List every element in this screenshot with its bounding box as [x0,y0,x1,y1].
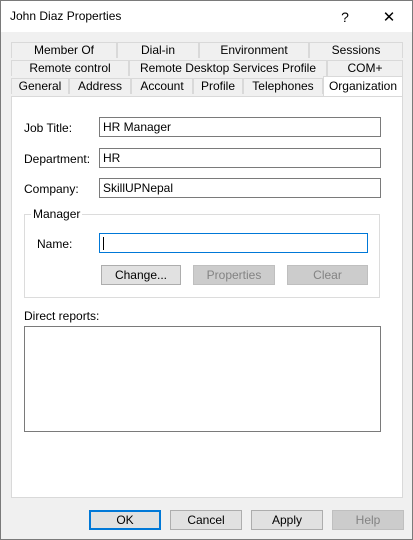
department-field[interactable]: HR [99,148,381,168]
tab-sessions[interactable]: Sessions [309,42,403,58]
job-title-field[interactable]: HR Manager [99,117,381,137]
ok-button[interactable]: OK [89,510,161,530]
tab-dial-in[interactable]: Dial-in [117,42,199,58]
tab-organization[interactable]: Organization [323,76,403,96]
title-bar: John Diaz Properties ? ✕ [1,1,412,32]
tab-general[interactable]: General [11,78,69,94]
window-title: John Diaz Properties [10,9,122,23]
direct-reports-label: Direct reports: [24,309,100,323]
job-title-label: Job Title: [24,121,73,135]
company-label: Company: [24,182,79,196]
tab-telephones[interactable]: Telephones [243,78,323,94]
close-icon[interactable]: ✕ [367,1,411,32]
department-label: Department: [24,152,91,166]
change-button[interactable]: Change... [101,265,181,285]
tab-remote-control[interactable]: Remote control [11,60,129,76]
tab-remote-desktop-services-profile[interactable]: Remote Desktop Services Profile [129,60,327,76]
tab-account[interactable]: Account [131,78,193,94]
direct-reports-list[interactable] [24,326,381,432]
manager-group: Manager Name: Change... Properties Clear [24,207,380,298]
tab-address[interactable]: Address [69,78,131,94]
clear-button[interactable]: Clear [287,265,368,285]
text-caret [103,237,104,250]
tab-profile[interactable]: Profile [193,78,243,94]
properties-button[interactable]: Properties [193,265,275,285]
organization-panel: Job Title: HR Manager Department: HR Com… [11,96,403,498]
properties-dialog: John Diaz Properties ? ✕ Member Of Dial-… [0,0,413,540]
manager-name-label: Name: [37,237,73,251]
cancel-button[interactable]: Cancel [170,510,242,530]
apply-button[interactable]: Apply [251,510,323,530]
help-button[interactable]: Help [332,510,404,530]
tab-environment[interactable]: Environment [199,42,309,58]
tab-member-of[interactable]: Member Of [11,42,117,58]
manager-name-field[interactable] [99,233,368,253]
help-icon[interactable]: ? [323,1,367,32]
company-field[interactable]: SkillUPNepal [99,178,381,198]
tab-com-plus[interactable]: COM+ [327,60,403,76]
manager-group-title: Manager [31,207,83,221]
